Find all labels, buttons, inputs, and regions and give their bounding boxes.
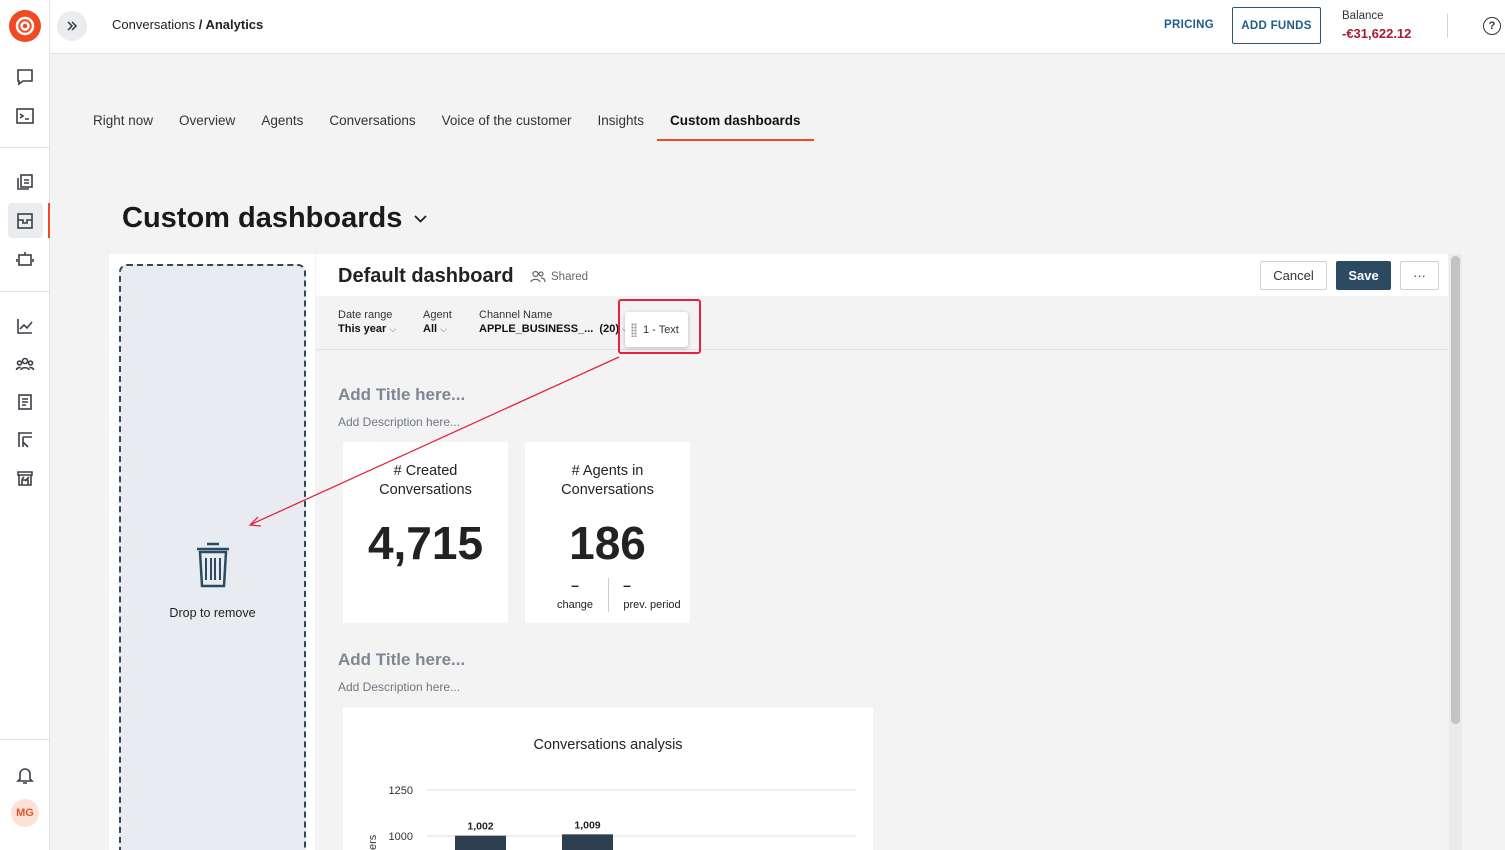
dragged-chip-label: 1 - Text <box>643 323 679 336</box>
filter-bar: Date range This year ⌵ Agent All ⌵ Chann… <box>316 296 1448 350</box>
tab-voice-of-customer[interactable]: Voice of the customer <box>429 113 585 141</box>
card-title-line2: Conversations <box>561 482 654 498</box>
breadcrumb-separator: / <box>195 17 206 32</box>
balance-value: -€31,622.12 <box>1342 26 1412 41</box>
bar <box>562 834 613 850</box>
shared-indicator[interactable]: Shared <box>530 270 588 283</box>
y-tick-label: 1250 <box>389 785 413 797</box>
tab-custom-dashboards[interactable]: Custom dashboards <box>657 113 814 141</box>
tab-insights[interactable]: Insights <box>584 113 657 141</box>
analytics-icon[interactable] <box>13 314 37 338</box>
y-tick-label: 1000 <box>389 831 413 843</box>
dragged-filter-chip[interactable]: 1 - Text <box>625 312 688 347</box>
prev-period-label: prev. period <box>623 599 681 611</box>
users-icon <box>530 270 546 283</box>
book-icon[interactable] <box>13 390 37 414</box>
section-description[interactable]: Add Description here... <box>338 415 460 429</box>
tab-agents[interactable]: Agents <box>248 113 316 141</box>
bar-chart: 1000 1250 ers 1,002 1,009 <box>367 785 856 850</box>
analytics-tabs: Right now Overview Agents Conversations … <box>80 113 814 143</box>
dashboard-panel: Default dashboard Shared Cancel Save ···… <box>316 254 1448 850</box>
left-nav-rail: MG <box>0 0 50 850</box>
card-value: 4,715 <box>367 517 484 569</box>
bell-icon[interactable] <box>13 763 37 787</box>
double-chevron-right-icon <box>67 21 78 31</box>
filter-agent[interactable]: Agent All ⌵ <box>423 309 452 335</box>
drop-to-remove-zone[interactable]: Drop to remove <box>119 264 306 850</box>
add-funds-button[interactable]: ADD FUNDS <box>1232 7 1321 44</box>
card-title-line1: # Created <box>393 463 458 479</box>
drag-handle-icon[interactable] <box>631 323 637 337</box>
change-label: change <box>556 599 594 611</box>
drop-to-remove-label: Drop to remove <box>169 606 256 620</box>
chevron-down-icon: ⌵ <box>389 324 397 334</box>
copy-icon[interactable] <box>13 170 37 194</box>
report-icon[interactable] <box>13 428 37 452</box>
bar <box>455 835 506 850</box>
bar-data-label: 1,009 <box>574 819 600 831</box>
filter-value: APPLE_BUSINESS_... (20) <box>479 323 619 335</box>
filter-label: Date range <box>338 309 393 321</box>
trash-icon <box>197 542 229 588</box>
metric-card-agents-in-conversations[interactable]: # Agents in Conversations 186 – change – … <box>525 442 690 623</box>
store-icon[interactable] <box>13 466 37 490</box>
tab-conversations[interactable]: Conversations <box>316 113 428 141</box>
top-bar: Conversations / Analytics PRICING ADD FU… <box>50 0 1505 54</box>
avatar[interactable]: MG <box>11 799 39 827</box>
card-title-line1: # Agents in <box>571 463 644 479</box>
help-icon[interactable]: ? <box>1483 17 1501 35</box>
breadcrumb-current: Analytics <box>205 17 264 32</box>
brand-logo-icon[interactable] <box>9 10 41 42</box>
chat-icon[interactable] <box>13 65 37 89</box>
chevron-down-icon: ⌵ <box>440 324 447 334</box>
expand-sidebar-button[interactable] <box>57 11 87 41</box>
filter-channel-name[interactable]: Channel Name APPLE_BUSINESS_... (20) ⌵ <box>479 309 629 335</box>
card-value: 186 <box>569 517 646 569</box>
section-title[interactable]: Add Title here... <box>338 385 465 405</box>
filter-label: Channel Name <box>479 309 553 321</box>
page-title[interactable]: Custom dashboards <box>122 202 428 235</box>
filter-label: Agent <box>423 309 452 321</box>
terminal-icon[interactable] <box>13 104 37 128</box>
page-title-text: Custom dashboards <box>122 202 403 234</box>
scrollbar-thumb[interactable] <box>1451 256 1460 724</box>
dashboard-header: Default dashboard Shared Cancel Save ··· <box>316 254 1448 296</box>
dashboard-name[interactable]: Default dashboard <box>338 265 514 288</box>
chart-card-conversations-analysis[interactable]: Conversations analysis 1000 1250 ers 1,002 1… <box>343 707 873 850</box>
metric-card-created-conversations[interactable]: # Created Conversations 4,715 <box>343 442 508 623</box>
bar-data-label: 1,002 <box>467 821 493 833</box>
shared-label: Shared <box>551 270 589 283</box>
drop-zone-panel: Drop to remove <box>109 254 315 850</box>
breadcrumb-parent[interactable]: Conversations <box>112 17 195 32</box>
balance-label: Balance <box>1342 10 1384 22</box>
section-description[interactable]: Add Description here... <box>338 680 460 694</box>
cancel-button[interactable]: Cancel <box>1260 261 1327 290</box>
chevron-down-icon <box>414 215 428 223</box>
change-value: – <box>571 577 579 593</box>
pricing-link[interactable]: PRICING <box>1164 19 1214 31</box>
section-title[interactable]: Add Title here... <box>338 650 465 670</box>
filter-date-range[interactable]: Date range This year ⌵ <box>338 309 396 335</box>
filter-value: All <box>423 323 438 335</box>
tab-right-now[interactable]: Right now <box>80 113 166 141</box>
card-title-line2: Conversations <box>379 482 472 498</box>
breadcrumb: Conversations / Analytics <box>112 17 263 32</box>
tab-overview[interactable]: Overview <box>166 113 248 141</box>
team-icon[interactable] <box>13 352 37 376</box>
bot-icon[interactable] <box>13 247 37 271</box>
prev-period-value: – <box>623 577 631 593</box>
filter-value: This year <box>338 323 387 335</box>
y-axis-label: ers <box>367 834 379 850</box>
save-button[interactable]: Save <box>1336 261 1391 290</box>
dashboard-icon[interactable] <box>13 209 37 233</box>
more-options-button[interactable]: ··· <box>1400 261 1439 290</box>
